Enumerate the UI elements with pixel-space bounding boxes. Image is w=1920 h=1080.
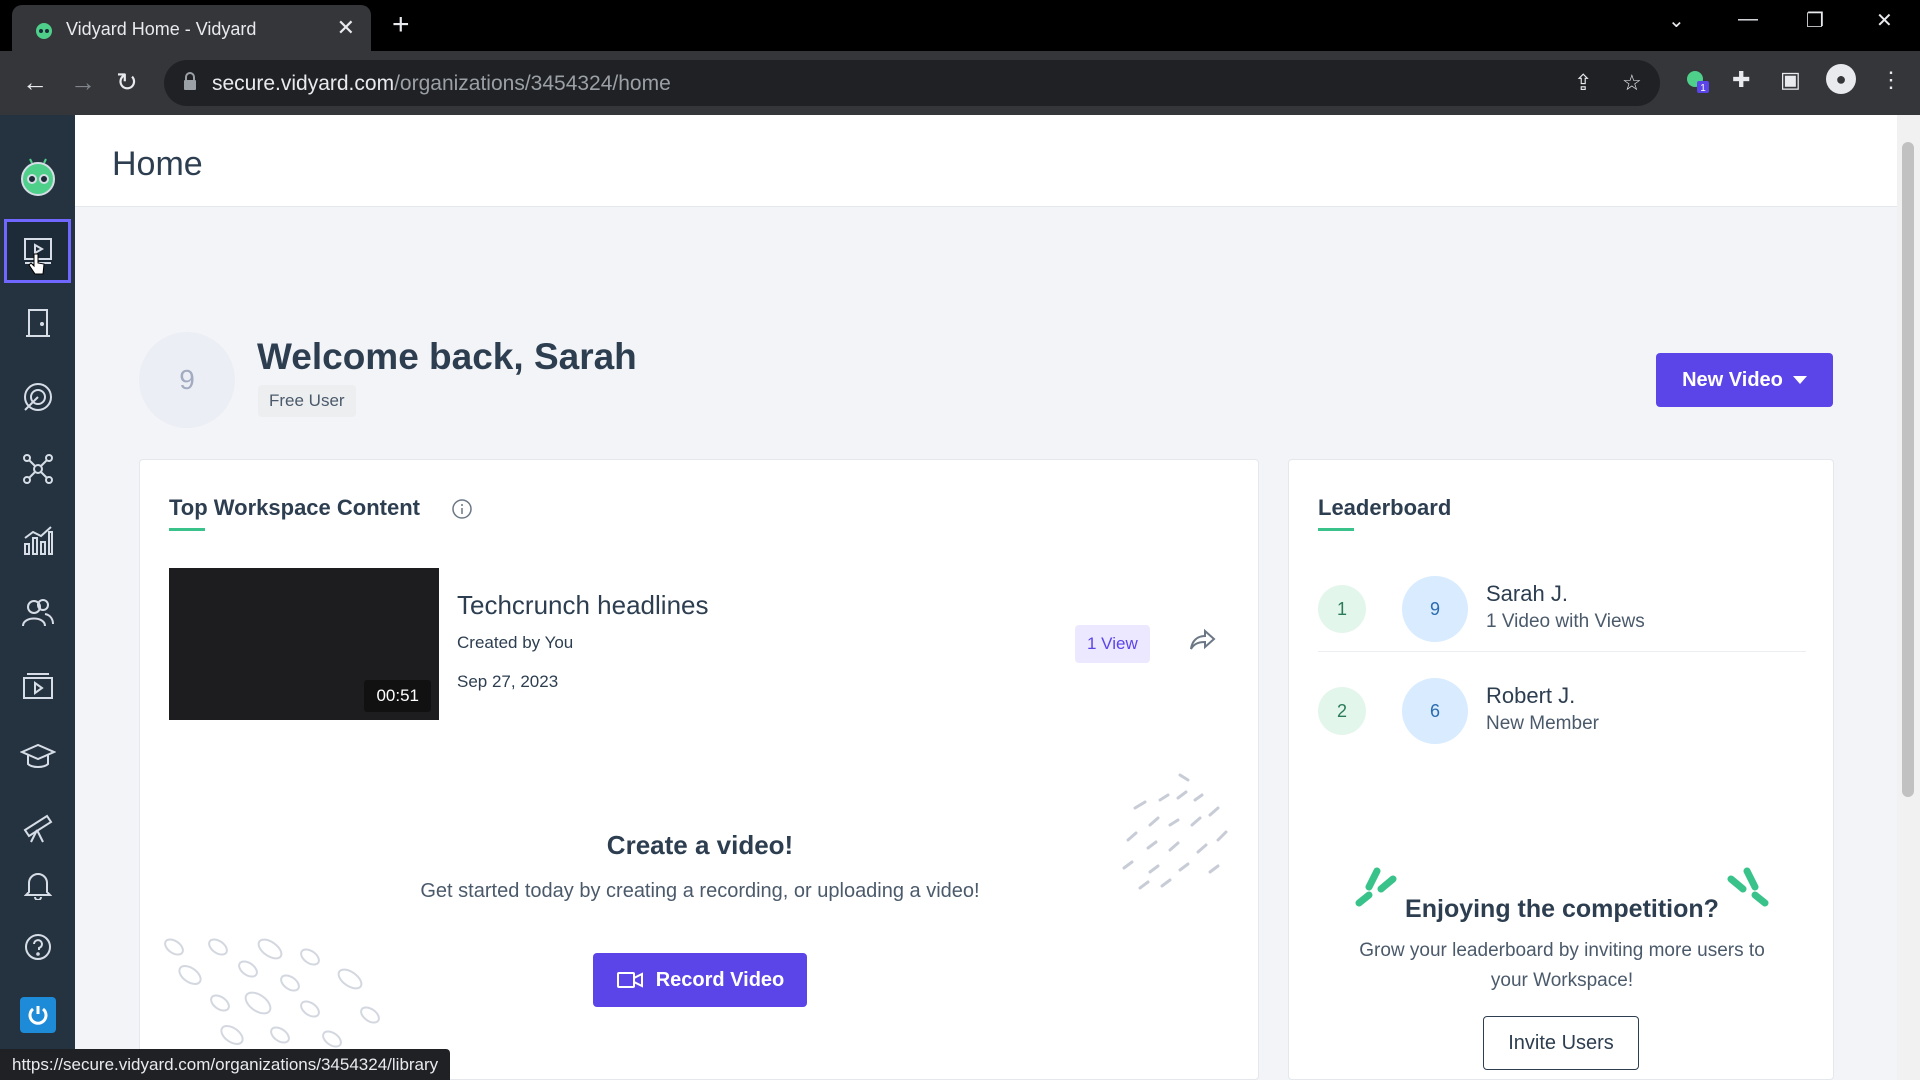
sidebar-item-analytics[interactable]	[4, 509, 71, 573]
rank-badge: 1	[1318, 585, 1366, 633]
card-title: Top Workspace Content	[169, 495, 420, 520]
scrollbar-thumb[interactable]	[1902, 142, 1914, 797]
extension-badge: 1	[1700, 83, 1706, 93]
sidebar-item-workspace[interactable]	[4, 291, 71, 355]
vidyard-favicon-icon	[36, 23, 52, 39]
extensions-puzzle-icon[interactable]: ✚	[1732, 67, 1750, 93]
video-library-icon	[22, 673, 53, 699]
browser-tab[interactable]: Vidyard Home - Vidyard ✕	[12, 5, 371, 51]
tab-close-icon[interactable]: ✕	[337, 15, 355, 41]
invite-users-button[interactable]: Invite Users	[1483, 1016, 1639, 1070]
vidyard-extension-icon[interactable]: 1	[1684, 67, 1710, 99]
leaderboard-row[interactable]: 1 9 Sarah J. 1 Video with Views	[1318, 565, 1806, 655]
browser-toolbar: ← → ↻ secure.vidyard.com/organizations/3…	[0, 51, 1920, 115]
video-duration: 00:51	[364, 680, 431, 712]
member-name: Robert J.	[1486, 683, 1576, 708]
tab-title: Vidyard Home - Vidyard	[66, 19, 257, 39]
plan-badge: Free User	[258, 385, 356, 417]
share-page-icon[interactable]: ⇪	[1574, 70, 1592, 96]
network-icon	[22, 454, 53, 484]
leaderboard-card: Leaderboard 1 9 Sarah J. 1 Video with Vi…	[1288, 459, 1834, 1080]
building-icon	[25, 309, 50, 337]
lock-icon	[184, 72, 196, 90]
leaderboard-title: Leaderboard	[1318, 495, 1452, 520]
reload-icon[interactable]: ↻	[116, 67, 138, 98]
window-close-icon[interactable]: ✕	[1876, 8, 1893, 33]
address-bar[interactable]: secure.vidyard.com/organizations/3454324…	[164, 60, 1660, 106]
browser-menu-icon[interactable]: ⋮	[1880, 67, 1902, 93]
chevron-down-icon	[1792, 376, 1807, 384]
sidebar-item-notifications[interactable]	[4, 853, 71, 917]
analytics-icon	[23, 526, 53, 555]
new-video-label: New Video	[1682, 368, 1783, 391]
help-icon	[24, 934, 51, 960]
page-header: Home	[75, 115, 1897, 207]
promo-description: Grow your leaderboard by inviting more u…	[1359, 940, 1765, 991]
new-video-button[interactable]: New Video	[1656, 353, 1833, 407]
telescope-icon	[23, 814, 52, 843]
decorative-ovals-graphic	[164, 938, 380, 1048]
power-icon	[19, 997, 56, 1033]
page-title: Home	[112, 145, 203, 183]
vidyard-logo-icon	[20, 158, 55, 196]
graduation-cap-icon	[19, 743, 56, 768]
video-camera-icon	[616, 972, 643, 988]
avatar: 6	[1402, 678, 1468, 744]
sidebar-item-help[interactable]	[4, 915, 71, 979]
video-title[interactable]: Techcrunch headlines	[457, 590, 709, 621]
link-status-bar: https://secure.vidyard.com/organizations…	[0, 1049, 451, 1080]
member-stat: 1 Video with Views	[1486, 611, 1645, 632]
profile-avatar-icon[interactable]: ●	[1826, 64, 1856, 94]
record-video-label: Record Video	[655, 968, 785, 991]
record-video-button[interactable]: Record Video	[593, 953, 807, 1007]
page-scrollbar[interactable]	[1897, 115, 1920, 1080]
restore-icon[interactable]: ❐	[1806, 8, 1824, 33]
sidebar-item-prospecting[interactable]	[4, 365, 71, 429]
avatar: 9	[1402, 576, 1468, 642]
info-icon[interactable]	[451, 498, 473, 520]
member-name: Sarah J.	[1486, 581, 1568, 606]
row-divider	[1318, 651, 1806, 652]
side-panel-icon[interactable]: ▣	[1780, 67, 1801, 93]
bell-icon	[23, 873, 52, 900]
back-icon[interactable]: ←	[22, 67, 48, 98]
sidebar-item-discover[interactable]	[4, 795, 71, 859]
hand-cursor-icon	[28, 253, 45, 275]
target-icon	[23, 383, 52, 411]
promo-title: Enjoying the competition?	[1405, 895, 1719, 923]
browser-tab-bar: Vidyard Home - Vidyard ✕ + ⌄ — ❐ ✕	[0, 0, 1920, 51]
url-text: secure.vidyard.com/organizations/3454324…	[212, 72, 671, 95]
sidebar-item-channels[interactable]	[4, 655, 71, 719]
new-tab-icon[interactable]: +	[392, 8, 410, 42]
sidebar-item-account[interactable]	[4, 983, 71, 1047]
video-date: Sep 27, 2023	[457, 672, 559, 691]
video-thumbnail[interactable]: 00:51	[169, 568, 439, 720]
sidebar-item-academy[interactable]	[4, 725, 71, 789]
views-badge: 1 View	[1075, 625, 1150, 663]
title-underline	[1318, 528, 1354, 531]
user-avatar: 9	[139, 332, 235, 428]
sidebar-item-team[interactable]	[4, 581, 71, 645]
users-icon	[21, 599, 54, 627]
forward-icon[interactable]: →	[70, 67, 96, 98]
minimize-icon[interactable]: —	[1738, 8, 1758, 31]
title-underline	[169, 528, 205, 531]
rank-badge: 2	[1318, 687, 1366, 735]
welcome-greeting: Welcome back, Sarah	[257, 336, 637, 377]
top-content-card: Top Workspace Content 00:51 Techcrunch h…	[139, 459, 1259, 1080]
create-video-description: Get started today by creating a recordin…	[420, 880, 980, 902]
share-icon[interactable]	[1189, 627, 1217, 653]
leaderboard-row[interactable]: 2 6 Robert J. New Member	[1318, 667, 1806, 757]
member-stat: New Member	[1486, 713, 1599, 734]
bookmark-star-icon[interactable]: ☆	[1622, 70, 1642, 96]
tab-search-icon[interactable]: ⌄	[1668, 8, 1685, 33]
vidyard-logo[interactable]	[4, 145, 71, 209]
sidebar-item-integrations[interactable]	[4, 437, 71, 501]
create-video-title: Create a video!	[606, 830, 794, 860]
video-creator: Created by You	[457, 633, 574, 652]
